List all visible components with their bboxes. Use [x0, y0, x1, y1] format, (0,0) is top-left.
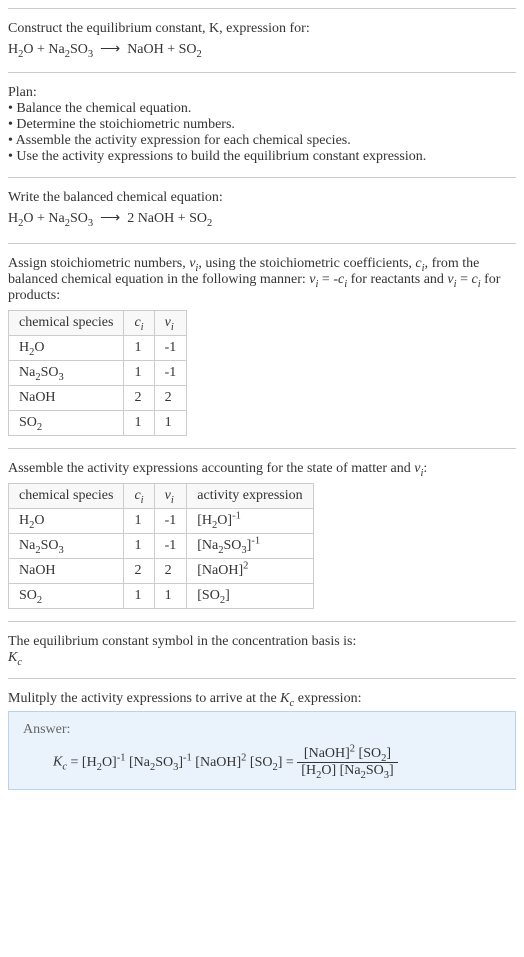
plan-heading: Plan: — [8, 85, 516, 101]
assemble-section: Assemble the activity expressions accoun… — [8, 448, 516, 621]
th-activity: activity expression — [187, 484, 313, 509]
cell: 1 — [124, 534, 154, 559]
assign-b: , using the stoichiometric coefficients, — [198, 256, 415, 271]
table-row: NaOH22 — [9, 386, 187, 411]
prompt-section: Construct the equilibrium constant, K, e… — [8, 8, 516, 72]
kc-expression: Kc = [H2O]-1 [Na2SO3]-1 [NaOH]2 [SO2] = … — [23, 746, 501, 779]
cell: 1 — [124, 584, 154, 609]
plan-item-2: • Determine the stoichiometric numbers. — [8, 117, 516, 133]
table-row: Na2SO31-1 — [9, 361, 187, 386]
cell: H2O — [9, 336, 124, 361]
activity-table: chemical species ci νi activity expressi… — [8, 483, 314, 609]
unbalanced-equation: H2O + Na2SO3 ⟶ NaOH + SO2 — [8, 41, 516, 58]
table-row: H2O1-1[H2O]-1 — [9, 509, 314, 534]
plan-section: Plan: • Balance the chemical equation. •… — [8, 72, 516, 177]
table-header-row: chemical species ci νi activity expressi… — [9, 484, 314, 509]
cell: 2 — [154, 386, 187, 411]
plan-item-3-text: Assemble the activity expression for eac… — [16, 133, 351, 148]
table-row: H2O1-1 — [9, 336, 187, 361]
balanced-section: Write the balanced chemical equation: H2… — [8, 177, 516, 243]
cell: NaOH — [9, 559, 124, 584]
th-species: chemical species — [9, 311, 124, 336]
th-species: chemical species — [9, 484, 124, 509]
cell: NaOH — [9, 386, 124, 411]
answer-label: Answer: — [23, 722, 501, 738]
table-row: SO211 — [9, 411, 187, 436]
cell: Na2SO3 — [9, 361, 124, 386]
plan-item-1: • Balance the chemical equation. — [8, 101, 516, 117]
symbol-text: The equilibrium constant symbol in the c… — [8, 634, 516, 650]
th-vi: νi — [154, 311, 187, 336]
table-row: SO211[SO2] — [9, 584, 314, 609]
cell: 1 — [124, 509, 154, 534]
cell: 2 — [154, 559, 187, 584]
kc-numerator: [NaOH]2 [SO2] — [297, 746, 397, 763]
cell: [NaOH]2 — [187, 559, 313, 584]
assemble-text: Assemble the activity expressions accoun… — [8, 461, 516, 477]
cell: 1 — [154, 584, 187, 609]
kc-fraction: [NaOH]2 [SO2] [H2O] [Na2SO3] — [297, 746, 397, 779]
assign-section: Assign stoichiometric numbers, νi , using… — [8, 243, 516, 448]
th-ci: ci — [124, 484, 154, 509]
plan-item-1-text: Balance the chemical equation. — [16, 101, 191, 116]
cell: [Na2SO3]-1 — [187, 534, 313, 559]
cell: SO2 — [9, 584, 124, 609]
cell: -1 — [154, 361, 187, 386]
plan-item-3: • Assemble the activity expression for e… — [8, 133, 516, 149]
cell: [H2O]-1 — [187, 509, 313, 534]
symbol-section: The equilibrium constant symbol in the c… — [8, 621, 516, 678]
cell: 1 — [124, 361, 154, 386]
cell: 1 — [154, 411, 187, 436]
multiply-section: Mulitply the activity expressions to arr… — [8, 678, 516, 802]
plan-item-2-text: Determine the stoichiometric numbers. — [16, 117, 235, 132]
table-row: Na2SO31-1[Na2SO3]-1 — [9, 534, 314, 559]
cell: 2 — [124, 386, 154, 411]
cell: H2O — [9, 509, 124, 534]
cell: -1 — [154, 509, 187, 534]
balanced-heading: Write the balanced chemical equation: — [8, 190, 516, 206]
stoich-table: chemical species ci νi H2O1-1 Na2SO31-1 … — [8, 310, 187, 436]
cell: 1 — [124, 411, 154, 436]
th-vi: νi — [154, 484, 187, 509]
prompt-title: Construct the equilibrium constant, K, e… — [8, 21, 516, 37]
assign-d: for reactants and — [347, 272, 447, 287]
table-row: NaOH22[NaOH]2 — [9, 559, 314, 584]
cell: Na2SO3 — [9, 534, 124, 559]
assign-a: Assign stoichiometric numbers, — [8, 256, 189, 271]
kc-denominator: [H2O] [Na2SO3] — [297, 763, 397, 779]
table-header-row: chemical species ci νi — [9, 311, 187, 336]
cell: -1 — [154, 534, 187, 559]
cell: 2 — [124, 559, 154, 584]
balanced-equation: H2O + Na2SO3 ⟶ 2 NaOH + SO2 — [8, 210, 516, 227]
cell: [SO2] — [187, 584, 313, 609]
kc-symbol: Kc — [8, 650, 516, 666]
assign-text: Assign stoichiometric numbers, νi, using… — [8, 256, 516, 304]
plan-item-4: • Use the activity expressions to build … — [8, 149, 516, 165]
plan-item-4-text: Use the activity expressions to build th… — [16, 149, 426, 164]
cell: -1 — [154, 336, 187, 361]
th-ci: ci — [124, 311, 154, 336]
answer-box: Answer: Kc = [H2O]-1 [Na2SO3]-1 [NaOH]2 … — [8, 711, 516, 790]
cell: 1 — [124, 336, 154, 361]
prompt-text-a: Construct the equilibrium constant, K, e… — [8, 21, 310, 36]
cell: SO2 — [9, 411, 124, 436]
multiply-text: Mulitply the activity expressions to arr… — [8, 691, 516, 707]
